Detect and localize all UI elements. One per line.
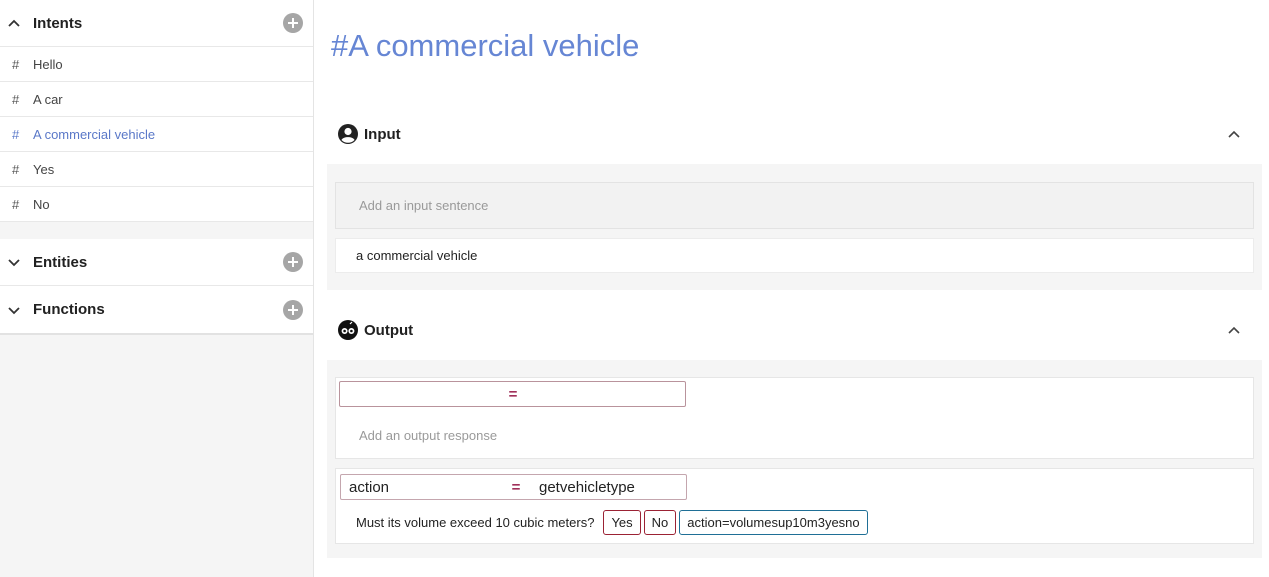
hash-icon: # — [12, 161, 20, 177]
chevron-up-icon — [1228, 130, 1240, 138]
user-icon — [338, 124, 358, 144]
intent-label: No — [33, 196, 50, 212]
output-variable-field[interactable]: action = getvehicletype — [340, 474, 687, 500]
collapse-output-button[interactable] — [1222, 318, 1246, 342]
sidebar: Intents # Hello # A car # A commercial v… — [0, 0, 314, 577]
output-section: Output = Add an output response action =… — [327, 300, 1262, 558]
output-response-card: action = getvehicletype Must its volume … — [335, 468, 1254, 544]
intents-header[interactable]: Intents — [0, 0, 313, 47]
hash-icon: # — [12, 196, 20, 212]
robot-icon — [338, 320, 358, 340]
plus-icon — [288, 257, 298, 267]
intent-item-a-commercial-vehicle[interactable]: # A commercial vehicle — [0, 117, 313, 152]
chevron-up-icon[interactable] — [7, 16, 21, 30]
intent-item-a-car[interactable]: # A car — [0, 82, 313, 117]
hash-icon: # — [12, 91, 20, 107]
quick-reply-chip-no[interactable]: No — [643, 510, 677, 535]
plus-icon — [288, 18, 298, 28]
main-content: #A commercial vehicle Input Add an input… — [314, 0, 1269, 577]
hash-icon: # — [12, 126, 20, 142]
intent-item-no[interactable]: # No — [0, 187, 313, 222]
intent-item-yes[interactable]: # Yes — [0, 152, 313, 187]
functions-title: Functions — [33, 301, 105, 318]
output-variable-field[interactable]: = — [339, 381, 686, 407]
variable-value: getvehicletype — [539, 478, 635, 496]
intents-panel: Intents # Hello # A car # A commercial v… — [0, 0, 313, 222]
hash-icon: # — [12, 56, 20, 72]
intent-label: A car — [33, 91, 63, 107]
intent-label: A commercial vehicle — [33, 126, 156, 142]
add-intent-button[interactable] — [283, 13, 303, 33]
plus-icon — [288, 304, 298, 315]
chevron-down-icon[interactable] — [7, 303, 21, 317]
equals-sign: = — [511, 478, 521, 496]
collapse-input-button[interactable] — [1222, 122, 1246, 146]
new-output-card: = Add an output response — [335, 377, 1254, 459]
entities-title: Entities — [33, 253, 88, 271]
app-root: Intents # Hello # A car # A commercial v… — [0, 0, 1269, 577]
input-sentence-row[interactable]: a commercial vehicle — [335, 238, 1254, 273]
chevron-down-icon[interactable] — [7, 255, 21, 269]
page-title: #A commercial vehicle — [331, 28, 640, 63]
action-chip[interactable]: action=volumesup10m3yesno — [679, 510, 868, 535]
intent-item-hello[interactable]: # Hello — [0, 47, 313, 82]
add-input-sentence-field[interactable]: Add an input sentence — [335, 182, 1254, 229]
response-line: Must its volume exceed 10 cubic meters? … — [356, 510, 871, 535]
input-section-title: Input — [364, 125, 401, 143]
equals-sign: = — [508, 385, 518, 403]
intent-label: Yes — [33, 161, 55, 177]
add-output-response-field[interactable]: Add an output response — [359, 428, 497, 443]
chevron-up-icon — [1228, 326, 1240, 334]
add-function-button[interactable] — [283, 299, 303, 320]
variable-key: action — [349, 478, 390, 496]
input-section: Input Add an input sentence a commercial… — [327, 104, 1262, 290]
output-section-title: Output — [364, 321, 414, 339]
response-text[interactable]: Must its volume exceed 10 cubic meters? — [356, 515, 594, 530]
add-entity-button[interactable] — [283, 252, 303, 272]
intent-label: Hello — [33, 56, 63, 72]
functions-header[interactable]: Functions — [0, 286, 313, 333]
input-section-header[interactable]: Input — [327, 104, 1262, 164]
panel-gap — [0, 222, 313, 239]
intents-title: Intents — [33, 14, 83, 32]
output-section-header[interactable]: Output — [327, 300, 1262, 360]
entities-header[interactable]: Entities — [0, 239, 313, 286]
quick-reply-chip-yes[interactable]: Yes — [603, 510, 641, 535]
entities-functions-panel: Entities Functions — [0, 239, 313, 335]
